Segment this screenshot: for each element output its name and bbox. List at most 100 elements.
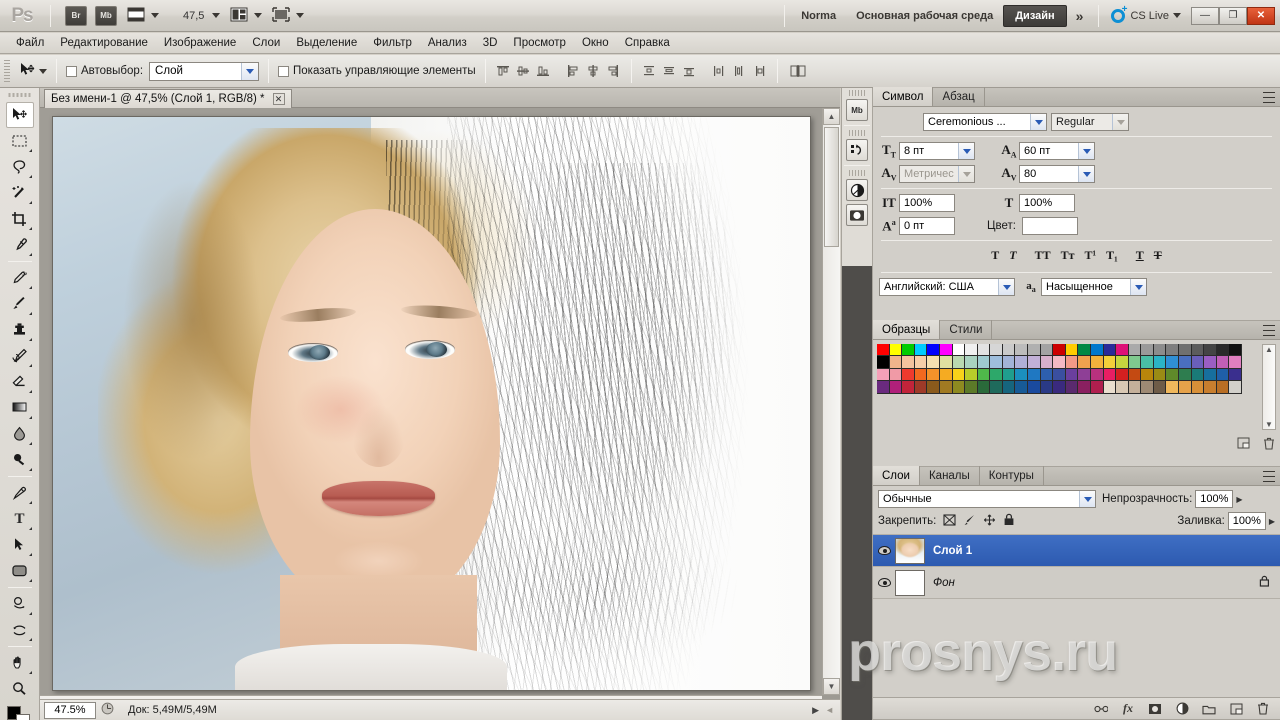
gradient-tool[interactable] [6,395,34,421]
quick-selection-tool[interactable] [6,180,34,206]
color-swatch[interactable] [902,344,915,356]
distribute-horizontal-centers-icon[interactable] [731,63,748,80]
auto-align-layers-icon[interactable] [787,63,809,80]
autoselect-chevron-down-icon[interactable] [241,63,258,80]
color-swatch[interactable] [978,381,991,393]
add-layer-mask-icon[interactable] [1148,702,1162,716]
color-swatch[interactable] [1066,344,1079,356]
autoselect-dropdown[interactable]: Слой [149,62,259,81]
artboard[interactable] [52,116,811,691]
color-swatch[interactable] [1154,381,1167,393]
autoselect-checkbox[interactable] [66,66,77,77]
scroll-down-icon[interactable]: ▼ [823,678,840,695]
color-swatch[interactable] [1015,369,1028,381]
color-swatch[interactable] [1154,356,1167,368]
color-swatch[interactable] [940,381,953,393]
arrange-documents-chevron-down-icon[interactable] [254,13,262,18]
color-swatch[interactable] [1078,369,1091,381]
spot-healing-brush-tool[interactable] [6,265,34,291]
color-swatch[interactable] [953,381,966,393]
color-swatch[interactable] [1116,344,1129,356]
rounded-rectangle-tool[interactable] [6,558,34,584]
workspace-more-chevron-icon[interactable]: » [1067,8,1093,24]
align-bottom-edges-icon[interactable] [535,63,552,80]
color-swatch[interactable] [915,381,928,393]
menu-item-help[interactable]: Справка [617,35,678,51]
color-swatch[interactable] [1192,381,1205,393]
color-swatch[interactable] [990,369,1003,381]
workspace-norma[interactable]: Norma [791,10,846,22]
underline-button[interactable]: T [1136,248,1144,263]
color-swatch[interactable] [1104,369,1117,381]
color-swatch[interactable] [1091,369,1104,381]
vertical-scale-field[interactable]: 100% [899,194,955,212]
arrange-documents-group[interactable] [230,7,262,25]
color-swatch[interactable] [1141,381,1154,393]
eyedropper-tool[interactable] [6,232,34,258]
cs-live-chevron-down-icon[interactable] [1173,13,1181,18]
color-swatch[interactable] [1116,381,1129,393]
subscript-button[interactable]: T₁ [1106,248,1118,263]
color-swatch[interactable] [1104,381,1117,393]
color-swatch[interactable] [1129,369,1142,381]
kerning-dropdown[interactable]: Метричес [899,165,975,183]
color-swatch[interactable] [890,356,903,368]
swatches-scrollbar[interactable]: ▲ ▼ [1262,344,1276,430]
current-tool-preset[interactable] [19,62,47,81]
tab-layers[interactable]: Слои [873,466,920,485]
color-swatch[interactable] [1015,381,1028,393]
color-swatch[interactable] [978,369,991,381]
lock-all-icon[interactable] [1003,513,1015,529]
scroll-up-icon[interactable]: ▲ [823,108,840,125]
text-color-swatch[interactable] [1022,217,1078,235]
distribute-bottom-edges-icon[interactable] [681,63,698,80]
color-swatch[interactable] [902,381,915,393]
horizontal-scale-field[interactable]: 100% [1019,194,1075,212]
font-family-chevron-down-icon[interactable] [1030,114,1046,130]
color-swatch[interactable] [1116,369,1129,381]
appbar-zoom-level[interactable]: 47,5 [183,10,204,22]
color-swatch[interactable] [978,356,991,368]
adjustments-rail-icon[interactable] [846,179,868,201]
menu-item-edit[interactable]: Редактирование [52,35,156,51]
language-dropdown[interactable]: Английский: США [879,278,1015,296]
color-swatch[interactable] [877,381,890,393]
lock-transparent-pixels-icon[interactable] [943,514,956,529]
color-swatch[interactable] [1041,344,1054,356]
screen-mode-chevron-down-icon[interactable] [296,13,304,18]
color-swatch[interactable] [1078,356,1091,368]
status-menu-arrow-icon[interactable]: ▶ [812,705,819,716]
color-swatch[interactable] [1204,344,1217,356]
color-swatch[interactable] [990,381,1003,393]
vertical-scroll-thumb[interactable] [824,127,839,247]
layer-visibility-toggle[interactable] [873,546,895,555]
color-swatch[interactable] [1166,381,1179,393]
faux-bold-button[interactable]: T [991,248,999,263]
lock-position-icon[interactable] [983,514,996,529]
color-swatch[interactable] [1041,381,1054,393]
color-swatch[interactable] [1028,381,1041,393]
table-row[interactable]: Слой 1 [873,535,1280,567]
color-swatch[interactable] [1166,356,1179,368]
menu-item-view[interactable]: Просмотр [505,35,574,51]
color-swatch[interactable] [1091,344,1104,356]
blend-mode-dropdown[interactable]: Обычные [878,490,1096,508]
launch-mini-bridge-button[interactable]: Mb [95,6,117,26]
color-swatch[interactable] [902,369,915,381]
link-layers-icon[interactable] [1094,702,1108,716]
color-swatch[interactable] [965,356,978,368]
layer-style-icon[interactable]: fx [1121,702,1135,716]
superscript-button[interactable]: T¹ [1085,248,1097,263]
tab-channels[interactable]: Каналы [920,466,980,485]
menu-item-layer[interactable]: Слои [244,35,288,51]
dodge-tool[interactable] [6,447,34,473]
background-color-swatch[interactable] [16,714,30,720]
3d-camera-rotate-tool[interactable] [6,617,34,643]
tab-swatches[interactable]: Образцы [873,320,940,339]
distribute-left-edges-icon[interactable] [711,63,728,80]
tool-preset-chevron-down-icon[interactable] [39,69,47,74]
distribute-right-edges-icon[interactable] [751,63,768,80]
opacity-scrubber-icon[interactable]: ▶ [1236,495,1242,504]
zoom-chevron-down-icon[interactable] [212,13,220,18]
blur-tool[interactable] [6,421,34,447]
